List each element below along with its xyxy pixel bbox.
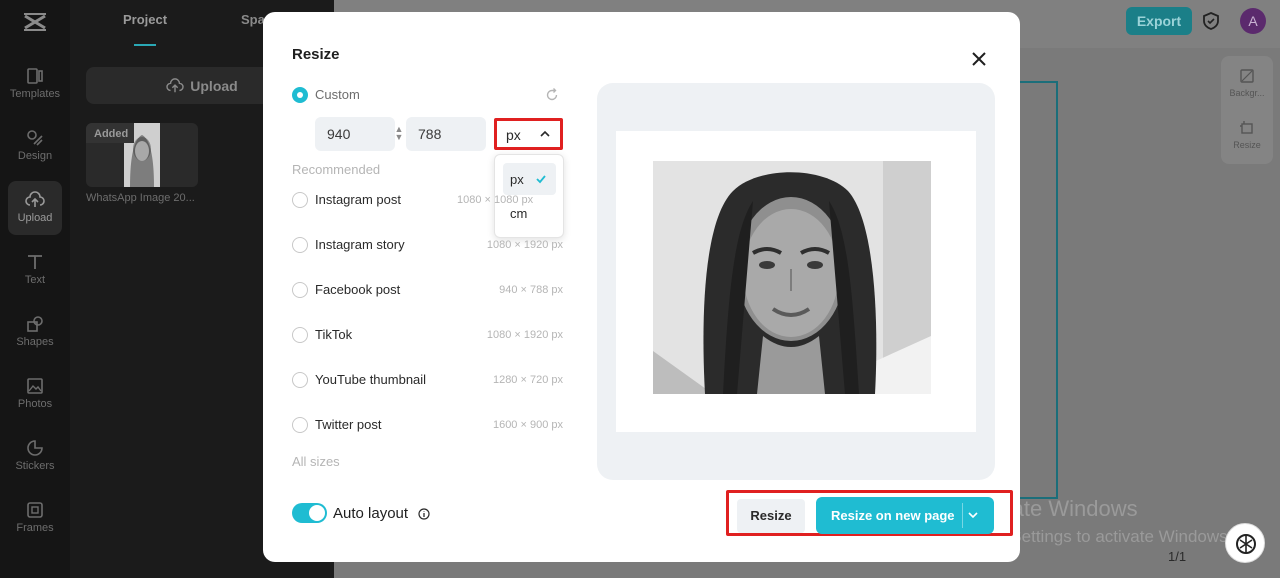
preset-name[interactable]: Twitter post [315,417,381,432]
app-root: Templates Design Upload Text Shapes Phot… [0,0,1280,578]
rail-label: Text [24,274,46,286]
unit-option-label: px [510,172,524,187]
user-avatar[interactable]: A [1240,8,1266,34]
shapes-icon [27,316,43,332]
close-icon[interactable] [967,47,991,71]
resize-dialog: Resize Custom ▲▼ px px cm Recommended In… [263,12,1020,562]
rail-label: Stickers [15,460,55,472]
preset-name[interactable]: TikTok [315,327,352,342]
preset-name[interactable]: YouTube thumbnail [315,372,426,387]
info-icon[interactable] [418,508,430,520]
unit-option-px[interactable]: px [503,163,556,195]
page-counter: 1/1 [1168,549,1187,564]
chevron-down-icon[interactable] [967,509,979,521]
preset-dims: 1600 × 900 px [492,419,563,431]
tab-project[interactable]: Project [123,12,167,27]
design-icon [27,130,43,146]
preset-name[interactable]: Instagram story [315,237,405,252]
cloud-upload-icon [166,77,184,92]
rail-item-shapes[interactable]: Shapes [8,305,62,359]
preset-name[interactable]: Instagram post [315,192,401,207]
chevron-up-icon [540,130,550,137]
rail-label: Photos [17,398,53,410]
tool-label: Resize [1233,140,1261,150]
button-divider [962,503,963,528]
rail-label: Templates [9,88,61,100]
frames-icon [27,502,43,518]
preset-dims: 1280 × 720 px [492,374,563,386]
page-canvas-outline [1020,81,1058,499]
reset-icon[interactable] [544,87,560,103]
resize-actions-highlight: Resize Resize on new page [726,490,1013,536]
custom-radio[interactable] [292,87,308,103]
rail-item-text[interactable]: Text [8,243,62,297]
recommended-heading: Recommended [292,162,381,177]
preset-dims: 1080 × 1920 px [486,329,563,341]
check-icon [536,175,546,184]
shield-icon[interactable] [1202,12,1220,30]
rail-label: Upload [17,212,53,224]
rail-label: Design [17,150,53,162]
rail-label: Shapes [16,336,54,348]
preview-page [616,131,976,432]
preview-photo [653,161,931,394]
tool-background[interactable]: Backgr... [1221,68,1273,98]
resize-on-new-page-button[interactable]: Resize on new page [816,497,994,534]
preset-name[interactable]: Facebook post [315,282,400,297]
resize-on-new-page-label: Resize on new page [831,508,955,523]
unit-option-label: cm [510,206,528,221]
background-icon [1240,69,1254,83]
rail-item-stickers[interactable]: Stickers [8,429,62,483]
rail-label: Frames [16,522,54,534]
photos-icon [27,378,43,394]
dialog-title: Resize [292,46,340,63]
tool-label: Backgr... [1229,88,1265,98]
uploaded-image-thumbnail[interactable]: Added [86,123,198,187]
custom-label: Custom [315,87,360,102]
preset-dims: 940 × 788 px [499,284,563,296]
resize-preview [597,83,995,480]
rail-item-templates[interactable]: Templates [8,57,62,111]
rail-item-frames[interactable]: Frames [8,491,62,545]
upload-button-label: Upload [190,77,238,94]
unit-select-value: px [506,127,521,143]
auto-layout-toggle[interactable] [292,503,327,523]
left-rail: Templates Design Upload Text Shapes Phot… [0,0,70,578]
unit-select[interactable]: px [494,118,563,150]
width-input[interactable] [315,117,395,151]
tool-resize[interactable]: Resize [1221,120,1273,150]
preset-radio[interactable] [292,327,308,343]
resize-icon [1240,121,1253,134]
stickers-icon [27,440,43,456]
capcut-logo-icon[interactable] [22,10,48,34]
text-icon [28,255,42,269]
preset-radio[interactable] [292,192,308,208]
preset-dims: 1080 × 1080 px [457,194,534,206]
aspect-arrows-icon[interactable]: ▲ ▼ [394,125,404,143]
rail-item-design[interactable]: Design [8,119,62,173]
rail-item-photos[interactable]: Photos [8,367,62,421]
height-input[interactable] [406,117,486,151]
preset-radio[interactable] [292,237,308,253]
tab-space[interactable]: Spa [241,12,265,27]
preset-radio[interactable] [292,417,308,433]
auto-layout-label: Auto layout [333,505,409,522]
thumbnail-filename: WhatsApp Image 20... [86,192,195,204]
assistant-badge-icon[interactable] [1225,523,1265,563]
preset-dims: 1080 × 1920 px [486,239,563,251]
resize-button[interactable]: Resize [737,499,805,533]
active-tab-indicator [134,44,156,46]
all-sizes-link[interactable]: All sizes [292,454,340,469]
export-button[interactable]: Export [1126,7,1192,35]
added-badge: Added [86,123,135,143]
rail-item-upload[interactable]: Upload [8,181,62,235]
templates-icon [27,68,43,84]
preset-radio[interactable] [292,282,308,298]
upload-icon [25,191,45,207]
right-toolbar: Backgr... Resize [1221,56,1273,164]
preset-radio[interactable] [292,372,308,388]
